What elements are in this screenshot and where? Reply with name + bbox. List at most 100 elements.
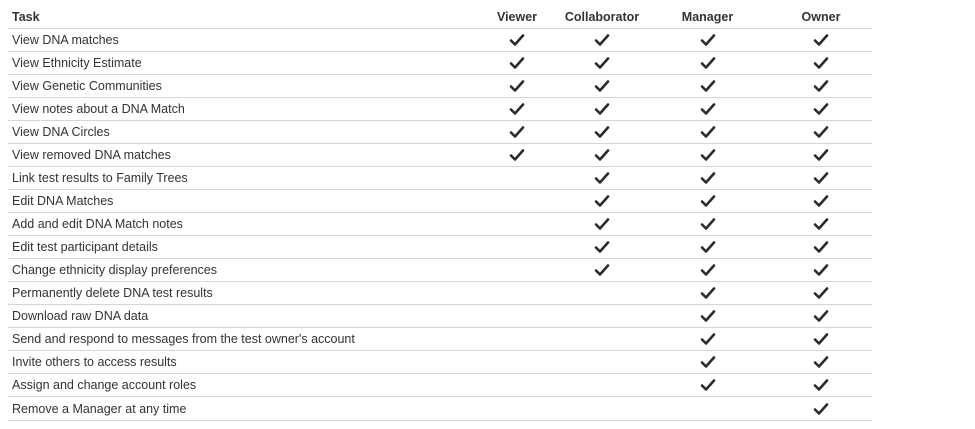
checkmark-icon [813, 102, 829, 116]
permission-cell-manager [645, 350, 770, 374]
checkmark-icon [594, 125, 610, 139]
table-row: Permanently delete DNA test results [8, 281, 872, 305]
permission-cell-collaborator [559, 74, 645, 98]
permission-cell-viewer [475, 143, 559, 167]
header-owner: Owner [770, 4, 872, 29]
permission-cell-viewer [475, 166, 559, 190]
permission-cell-collaborator [559, 212, 645, 236]
permission-cell-collaborator [559, 373, 645, 397]
checkmark-icon [813, 217, 829, 231]
checkmark-icon [700, 171, 716, 185]
checkmark-icon [813, 194, 829, 208]
permission-cell-owner [770, 396, 872, 421]
task-cell: Remove a Manager at any time [8, 396, 475, 421]
task-cell: View Ethnicity Estimate [8, 51, 475, 75]
permission-cell-collaborator [559, 258, 645, 282]
header-viewer: Viewer [475, 4, 559, 29]
checkmark-icon [700, 309, 716, 323]
task-label: Edit test participant details [12, 240, 158, 254]
table-header-row: Task Viewer Collaborator Manager Owner [8, 4, 872, 29]
task-cell: Link test results to Family Trees [8, 166, 475, 190]
table-row: View DNA matches [8, 28, 872, 52]
permission-cell-manager [645, 235, 770, 259]
permission-cell-owner [770, 373, 872, 397]
checkmark-icon [700, 355, 716, 369]
permission-cell-manager [645, 189, 770, 213]
task-cell: Edit test participant details [8, 235, 475, 259]
permission-cell-viewer [475, 189, 559, 213]
task-cell: View notes about a DNA Match [8, 97, 475, 121]
permission-cell-collaborator [559, 350, 645, 374]
permission-cell-owner [770, 97, 872, 121]
permission-cell-collaborator [559, 281, 645, 305]
permission-cell-collaborator [559, 28, 645, 52]
permission-cell-viewer [475, 327, 559, 351]
permission-cell-manager [645, 281, 770, 305]
task-cell: View Genetic Communities [8, 74, 475, 98]
permission-cell-viewer [475, 28, 559, 52]
table-body: View DNA matches View Ethnicity Estimate V… [8, 28, 872, 421]
permission-cell-viewer [475, 97, 559, 121]
task-cell: View DNA matches [8, 28, 475, 52]
task-label: Remove a Manager at any time [12, 401, 187, 416]
permission-cell-manager [645, 327, 770, 351]
checkmark-icon [813, 125, 829, 139]
permission-cell-viewer [475, 350, 559, 374]
permission-cell-viewer [475, 373, 559, 397]
permission-cell-collaborator [559, 327, 645, 351]
checkmark-icon [700, 240, 716, 254]
permission-cell-manager [645, 304, 770, 328]
permission-cell-viewer [475, 120, 559, 144]
permission-cell-collaborator [559, 120, 645, 144]
permission-cell-manager [645, 120, 770, 144]
permission-cell-collaborator [559, 143, 645, 167]
permission-cell-owner [770, 166, 872, 190]
checkmark-icon [700, 378, 716, 392]
permission-cell-manager [645, 143, 770, 167]
permission-cell-viewer [475, 396, 559, 421]
permission-cell-owner [770, 143, 872, 167]
checkmark-icon [509, 148, 525, 162]
table-row: Edit DNA Matches [8, 189, 872, 213]
checkmark-icon [594, 240, 610, 254]
task-label: Invite others to access results [12, 355, 177, 369]
permission-cell-viewer [475, 304, 559, 328]
task-cell: Send and respond to messages from the te… [8, 327, 475, 351]
checkmark-icon [594, 79, 610, 93]
checkmark-icon [813, 263, 829, 277]
task-cell: Add and edit DNA Match notes [8, 212, 475, 236]
task-label: View DNA Circles [12, 125, 110, 139]
permission-cell-viewer [475, 281, 559, 305]
task-label: View Genetic Communities [12, 79, 162, 93]
task-label: View Ethnicity Estimate [12, 56, 142, 70]
permission-cell-owner [770, 350, 872, 374]
permission-cell-owner [770, 212, 872, 236]
checkmark-icon [813, 355, 829, 369]
task-cell: View DNA Circles [8, 120, 475, 144]
permissions-table: Task Viewer Collaborator Manager Owner V… [8, 4, 872, 421]
checkmark-icon [813, 171, 829, 185]
table-row: Assign and change account roles [8, 373, 872, 397]
permission-cell-manager [645, 51, 770, 75]
header-task: Task [8, 4, 475, 29]
checkmark-icon [700, 263, 716, 277]
checkmark-icon [813, 332, 829, 346]
permission-cell-owner [770, 74, 872, 98]
checkmark-icon [594, 148, 610, 162]
task-label: Send and respond to messages from the te… [12, 332, 355, 346]
table-row: Invite others to access results [8, 350, 872, 374]
task-label: Add and edit DNA Match notes [12, 217, 183, 231]
task-cell: Change ethnicity display preferences [8, 258, 475, 282]
checkmark-icon [594, 217, 610, 231]
checkmark-icon [700, 102, 716, 116]
checkmark-icon [700, 286, 716, 300]
checkmark-icon [813, 56, 829, 70]
checkmark-icon [813, 286, 829, 300]
checkmark-icon [594, 56, 610, 70]
checkmark-icon [700, 125, 716, 139]
permission-cell-owner [770, 28, 872, 52]
table-row: View removed DNA matches [8, 143, 872, 167]
checkmark-icon [509, 79, 525, 93]
checkmark-icon [813, 79, 829, 93]
permission-cell-owner [770, 258, 872, 282]
